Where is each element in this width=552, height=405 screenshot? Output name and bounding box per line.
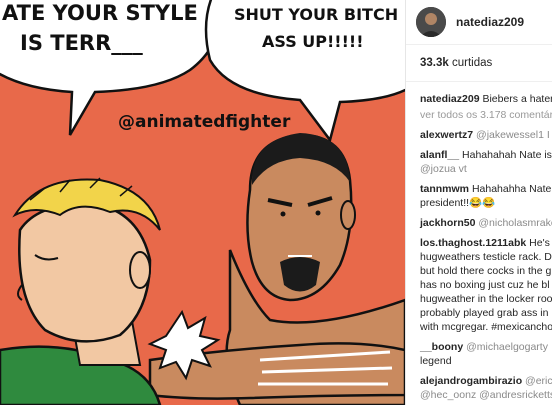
comments-list: natediaz209 Biebers a hater ver todos os… [406,82,552,402]
comment: alexwertz7 @jakewessel1 I know [420,128,552,142]
post-sidebar: natediaz209 33.3k curtidas natediaz209 B… [405,0,552,405]
view-all-comments-link[interactable]: ver todos os 3.178 comentários [420,108,552,122]
comment-username[interactable]: alexwertz7 [420,129,473,141]
comment-text: @michaelgogarty [466,341,548,353]
comment-text: @nicholasmrakovich [478,217,552,229]
comment: jackhorn50 @nicholasmrakovich [420,216,552,230]
likes-number: 33.3k [420,57,449,69]
comment-text: Hahahahha Nate [471,183,552,195]
comment-text: @ericv [525,375,552,387]
instagram-post-view: ATE YOUR STYLE IS TERR___ SHUT YOUR BITC… [0,0,552,405]
comment-text: hugweathers testicle rack. D [420,251,552,263]
comment-text: with mcgregar. #mexicancho [420,321,552,333]
comment-text: @hec_oonz @andresricketts [420,389,552,401]
avatar[interactable] [416,7,446,37]
caption-text: Biebers a hater [482,93,552,105]
caption-username[interactable]: natediaz209 [420,93,480,105]
comment-text: hugweather in the locker roo [420,293,552,305]
comment-text: Hahahahah Nate is t [462,149,552,161]
comment: alejandrogambirazio @ericv @hec_oonz @an… [420,374,552,402]
comment: los.thaghost.1211abk He's r hugweathers … [420,236,552,334]
comment-text: but hold there cocks in the g [420,265,552,277]
bubble-right-line1: SHUT YOUR BITCH [234,5,398,24]
meme-illustration: ATE YOUR STYLE IS TERR___ SHUT YOUR BITC… [0,0,405,405]
comment-text: probably played grab ass in [420,307,549,319]
comment-text: @jozua vt [420,163,467,175]
comment-text: @jakewessel1 I know [476,129,552,141]
header-username[interactable]: natediaz209 [456,15,524,29]
bubble-left-line1: ATE YOUR STYLE [2,1,198,25]
post-image[interactable]: ATE YOUR STYLE IS TERR___ SHUT YOUR BITC… [0,0,405,405]
comment: tannmwm Hahahahha Nate president!!😂😂 [420,182,552,210]
comment: __boony @michaelgogarty legend [420,340,552,368]
caption: natediaz209 Biebers a hater [420,92,552,106]
comment-username[interactable]: alanfl__ [420,149,459,161]
comment-username[interactable]: alejandrogambirazio [420,375,522,387]
watermark-text: @animatedfighter [118,112,291,132]
post-header: natediaz209 [406,0,552,45]
comment: alanfl__ Hahahahah Nate is t @jozua vt [420,148,552,176]
bubble-left-line2: IS TERR___ [20,31,143,55]
comment-username[interactable]: tannmwm [420,183,469,195]
likes-count[interactable]: 33.3k curtidas [406,45,552,82]
comment-username[interactable]: __boony [420,341,463,353]
comment-username[interactable]: los.thaghost.1211abk [420,237,526,249]
bubble-right-line2: ASS UP!!!!! [262,32,363,51]
comment-text: legend [420,355,452,367]
comment-username[interactable]: jackhorn50 [420,217,475,229]
comment-text: He's r [529,237,552,249]
comment-text: president!!😂😂 [420,197,496,209]
likes-label: curtidas [451,57,493,69]
comment-text: has no boxing just cuz he bl [420,279,550,291]
